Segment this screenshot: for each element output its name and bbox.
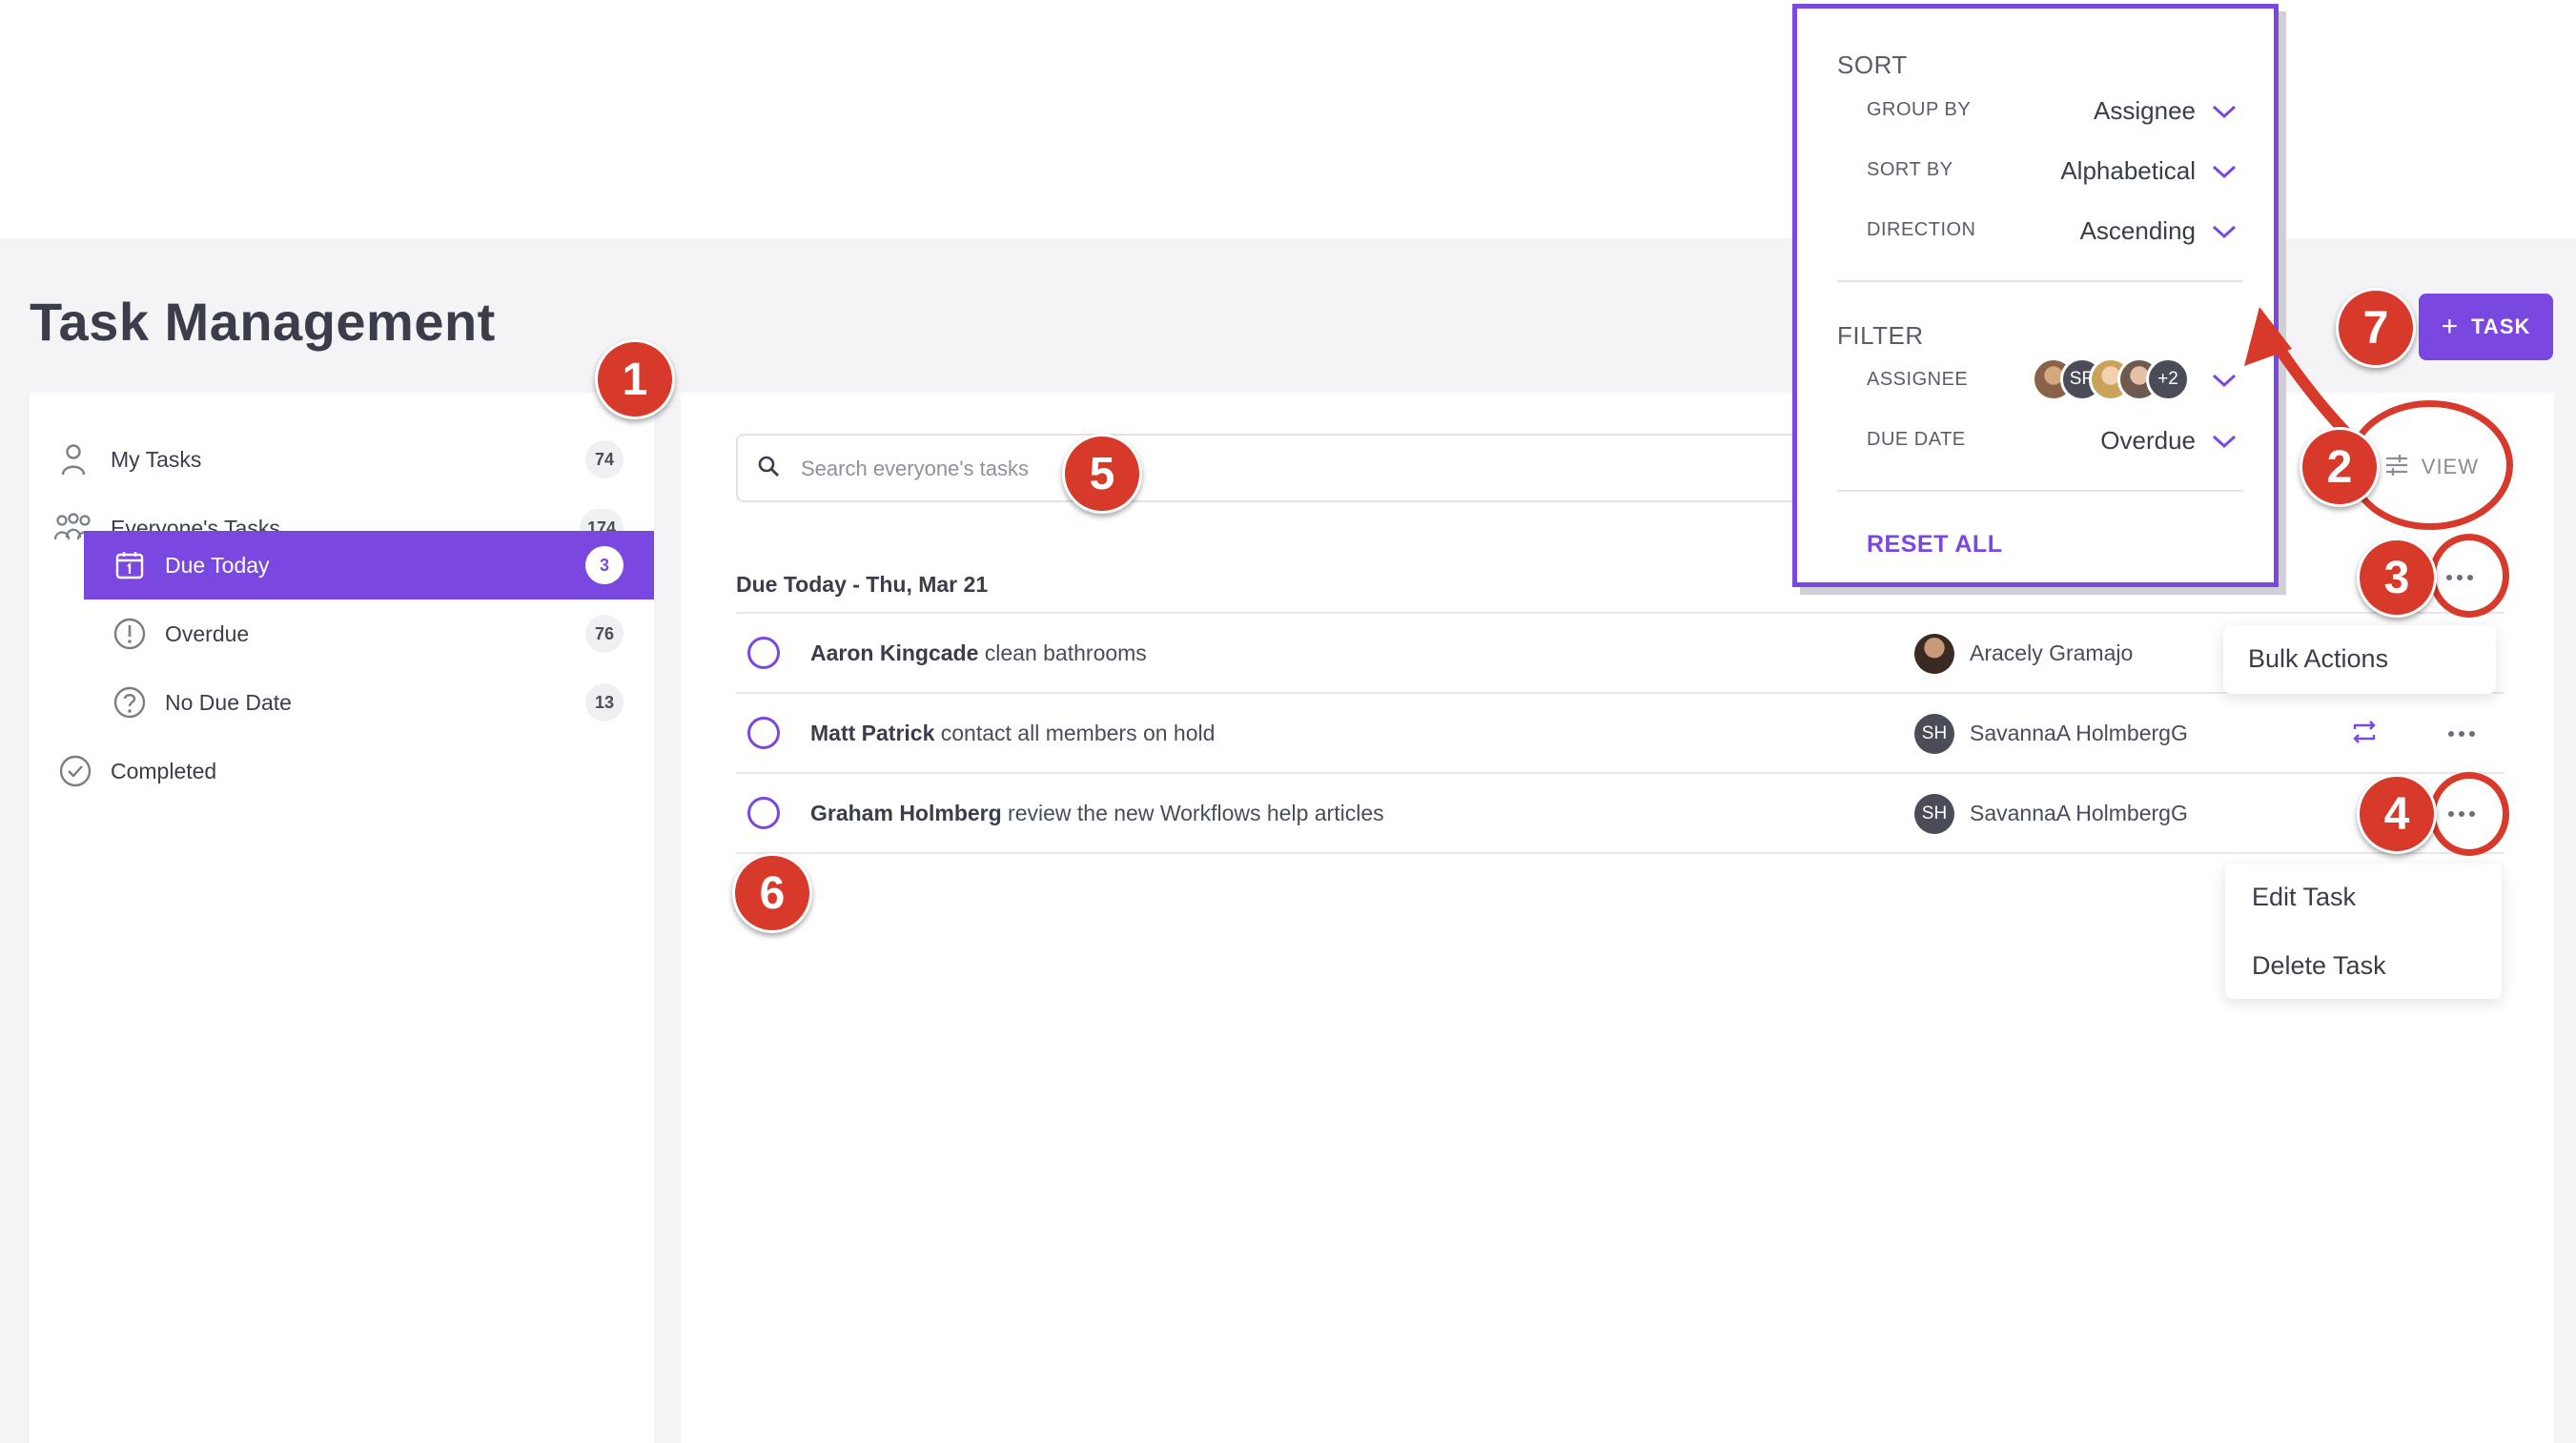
group-by-select[interactable]: Assignee	[2094, 96, 2196, 126]
divider	[1837, 280, 2243, 282]
avatar	[1914, 634, 1954, 674]
task-member: Graham Holmberg	[810, 801, 1002, 825]
more-assignees-badge: +2	[2146, 357, 2190, 401]
sidebar-item-label: Due Today	[165, 552, 270, 578]
sidebar: My Tasks 74 Everyone's Tasks 174 Due Tod…	[30, 393, 654, 1443]
due-date-filter-label: DUE DATE	[1867, 429, 1966, 450]
chevron-down-icon	[2212, 105, 2237, 119]
chevron-down-icon	[2212, 374, 2237, 388]
sidebar-item-label: Overdue	[165, 620, 250, 646]
task-description: contact all members on hold	[940, 721, 1216, 745]
question-circle-icon	[110, 682, 150, 722]
direction-select[interactable]: Ascending	[2080, 216, 2196, 246]
more-icon	[2448, 731, 2475, 737]
calendar-icon	[110, 545, 150, 585]
sidebar-item-count: 76	[585, 615, 624, 653]
annotation-badge-3: 3	[2357, 538, 2437, 618]
task-title: Graham Holmberg review the new Workflows…	[810, 801, 1384, 826]
check-circle-icon	[55, 751, 95, 791]
sidebar-item-overdue[interactable]: Overdue 76	[84, 600, 654, 668]
task-member: Matt Patrick	[810, 721, 935, 745]
menu-item-bulk-actions[interactable]: Bulk Actions	[2248, 644, 2388, 674]
assignee-name: Aracely Gramajo	[1970, 640, 2134, 665]
task-title: Matt Patrick contact all members on hold	[810, 721, 1215, 746]
sort-by-label: SORT BY	[1867, 159, 1953, 180]
sidebar-item-my-tasks[interactable]: My Tasks 74	[30, 425, 654, 494]
sidebar-item-no-due-date[interactable]: No Due Date 13	[84, 668, 654, 737]
repeat-icon	[2349, 717, 2382, 749]
assignee-name: SavannaA HolmbergG	[1970, 801, 2188, 825]
menu-item-edit-task[interactable]: Edit Task	[2252, 883, 2356, 912]
annotation-badge-1: 1	[595, 339, 675, 419]
task-title: Aaron Kingcade clean bathrooms	[810, 640, 1147, 666]
sort-by-select[interactable]: Alphabetical	[2060, 156, 2196, 186]
section-title: Due Today - Thu, Mar 21	[736, 572, 989, 597]
filter-section-title: FILTER	[1837, 321, 1924, 350]
add-task-label: TASK	[2471, 315, 2531, 338]
sidebar-item-label: Completed	[111, 758, 217, 783]
task-description: clean bathrooms	[984, 640, 1147, 665]
complete-checkbox[interactable]	[747, 717, 780, 749]
group-by-label: GROUP BY	[1867, 99, 1972, 120]
task-options-menu: Edit Task Delete Task	[2225, 864, 2502, 999]
sidebar-item-label: No Due Date	[165, 689, 292, 715]
avatar: SH	[1914, 794, 1954, 834]
search-placeholder: Search everyone's tasks	[801, 457, 1029, 480]
annotation-badge-4: 4	[2357, 774, 2437, 854]
task-more-button[interactable]	[2441, 715, 2483, 753]
sidebar-item-count: 74	[585, 440, 624, 478]
search-input[interactable]: Search everyone's tasks	[736, 434, 1823, 502]
annotation-badge-6: 6	[732, 853, 812, 933]
annotation-ring	[2429, 534, 2509, 618]
direction-label: DIRECTION	[1867, 219, 1976, 240]
annotation-badge-5: 5	[1062, 434, 1142, 514]
sort-filter-popover: SORT GROUP BY Assignee SORT BY Alphabeti…	[1792, 4, 2279, 587]
sidebar-item-count: 13	[585, 683, 624, 722]
table-row[interactable]: Graham Holmberg review the new Workflows…	[736, 774, 2504, 854]
assignee-name: SavannaA HolmbergG	[1970, 721, 2188, 745]
complete-checkbox[interactable]	[747, 637, 780, 669]
sidebar-item-due-today-content[interactable]: Due Today 3	[84, 531, 654, 600]
chevron-down-icon	[2212, 435, 2237, 449]
bulk-actions-menu: Bulk Actions	[2223, 625, 2496, 694]
add-task-button[interactable]: + TASK	[2419, 294, 2553, 360]
sidebar-item-count: 3	[585, 546, 624, 584]
assignee-avatar-stack[interactable]: SR +2	[2032, 357, 2203, 401]
person-icon	[53, 439, 93, 479]
page-title: Task Management	[30, 292, 496, 352]
avatar: SH	[1914, 714, 1954, 754]
complete-checkbox[interactable]	[747, 797, 780, 829]
task-member: Aaron Kingcade	[810, 640, 979, 665]
sidebar-item-completed[interactable]: Completed	[30, 737, 654, 805]
divider	[1837, 490, 2243, 492]
menu-item-delete-task[interactable]: Delete Task	[2252, 951, 2386, 981]
assignee-filter-label: ASSIGNEE	[1867, 369, 1969, 390]
chevron-down-icon	[2212, 225, 2237, 239]
search-icon	[757, 455, 786, 483]
reset-all-button[interactable]: RESET ALL	[1867, 531, 2002, 559]
annotation-badge-2: 2	[2300, 427, 2380, 507]
chevron-down-icon	[2212, 165, 2237, 179]
sidebar-item-label: My Tasks	[111, 446, 202, 472]
annotation-ring	[2429, 772, 2509, 856]
table-row[interactable]: Matt Patrick contact all members on hold…	[736, 694, 2504, 774]
sort-section-title: SORT	[1837, 51, 1908, 79]
plus-icon: +	[2441, 311, 2459, 342]
due-date-select[interactable]: Overdue	[2100, 426, 2196, 456]
exclamation-circle-icon	[110, 614, 150, 654]
task-description: review the new Workflows help articles	[1008, 801, 1384, 825]
annotation-badge-7: 7	[2336, 288, 2416, 368]
